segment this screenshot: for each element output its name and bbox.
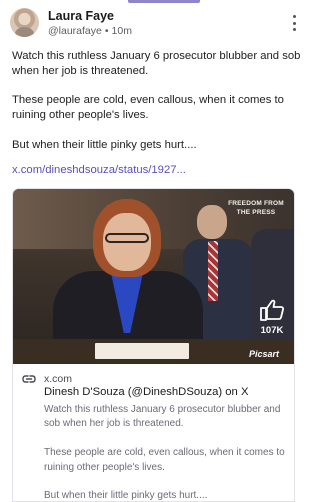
author-name[interactable]: Laura Faye (48, 9, 114, 23)
post-meta: @laurafaye • 10m (48, 25, 132, 37)
nameplate (95, 343, 189, 359)
video-thumbnail[interactable]: FREEDOM FROM THE PRESS 107K Picsart (13, 189, 294, 364)
card-description-line-1: Watch this ruthless January 6 prosecutor… (44, 404, 281, 430)
post-paragraph-2: These people are cold, even callous, whe… (12, 94, 284, 122)
card-description-line-3: But when their little pinky gets hurt...… (44, 490, 208, 502)
app-watermark: Picsart (249, 349, 280, 359)
more-vertical-icon[interactable] (288, 15, 300, 31)
author-handle[interactable]: @laurafaye (48, 25, 102, 37)
like-count: 107K (260, 325, 284, 336)
video-watermark: FREEDOM FROM THE PRESS (228, 200, 284, 216)
meta-separator: • (104, 25, 109, 37)
card-title[interactable]: Dinesh D'Souza (@DineshDSouza) on X (44, 386, 249, 398)
card-description: Watch this ruthless January 6 prosecutor… (44, 403, 290, 502)
post-header: Laura Faye @laurafaye • 10m (10, 8, 300, 38)
card-domain: x.com (44, 373, 73, 385)
post-paragraph-3: But when their little pinky gets hurt...… (12, 138, 197, 151)
top-accent-bar (128, 0, 200, 3)
link-icon (22, 375, 36, 383)
post-link[interactable]: x.com/dineshdsouza/status/1927... (12, 164, 186, 176)
post-body: Watch this ruthless January 6 prosecutor… (12, 49, 302, 167)
card-description-line-2: These people are cold, even callous, whe… (44, 447, 285, 473)
post-paragraph-1: Watch this ruthless January 6 prosecutor… (12, 50, 301, 77)
avatar[interactable] (10, 8, 39, 37)
post-time: 10m (111, 25, 132, 37)
card-source: x.com (22, 372, 72, 386)
thumbs-up-icon (260, 299, 284, 321)
link-preview-card[interactable]: FREEDOM FROM THE PRESS 107K Picsart x.co… (12, 188, 295, 502)
